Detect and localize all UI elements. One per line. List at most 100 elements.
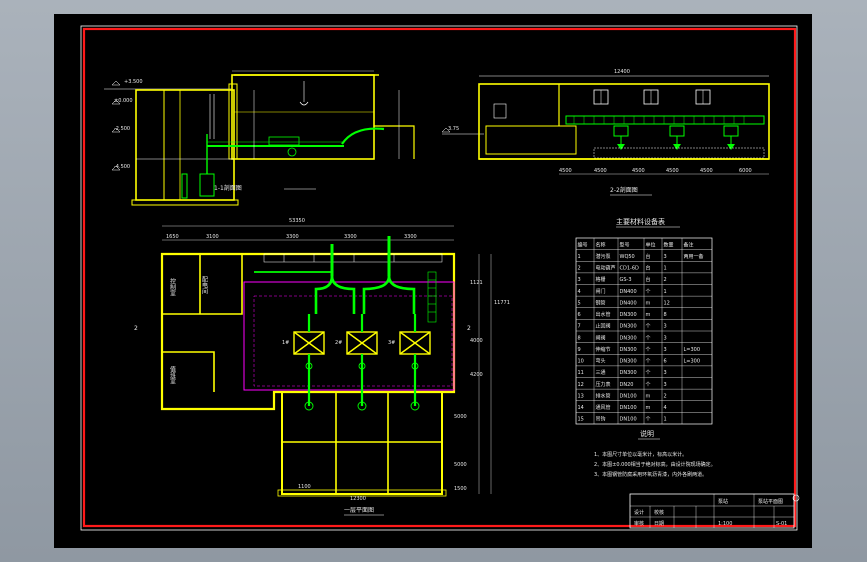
table-cell: 潜污泵 bbox=[596, 253, 611, 260]
level-label-2: ±0.000 bbox=[114, 98, 133, 104]
table-cell: 个 bbox=[646, 370, 651, 376]
table-cell: DN20 bbox=[620, 382, 634, 388]
room-elec: 配电间 bbox=[201, 276, 208, 295]
table-cell: 5 bbox=[578, 300, 581, 306]
section-2-2: 12400 4500 4500 4500 4500 4500 6000 2-2剖… bbox=[478, 69, 770, 196]
table-cell: 3 bbox=[664, 335, 667, 341]
table-cell: 个 bbox=[646, 359, 651, 365]
table-cell: 闸阀 bbox=[596, 334, 606, 341]
plan-dim-3: 3300 bbox=[286, 234, 299, 240]
pump-label-3: 3# bbox=[388, 340, 395, 346]
table-cell: 格栅 bbox=[596, 276, 606, 283]
table-cell: 1 bbox=[664, 266, 667, 272]
tb-label-design: 设计 bbox=[634, 509, 644, 516]
table-cell: L=300 bbox=[684, 359, 701, 365]
table-cell: 2 bbox=[664, 393, 667, 399]
table-cell: 6 bbox=[664, 359, 667, 365]
s2-dim-5: 4500 bbox=[700, 168, 713, 174]
note-line-1: 1、本图尺寸单位以毫米计，标高以米计。 bbox=[594, 451, 687, 458]
tb-label-date: 日期 bbox=[654, 521, 664, 527]
table-cell: 弯头 bbox=[596, 358, 606, 365]
table-cell: WQ50 bbox=[620, 254, 635, 260]
level-label-3: -2.500 bbox=[114, 126, 130, 132]
s2-dim-4: 4500 bbox=[666, 168, 679, 174]
table-cell: 4 bbox=[578, 289, 581, 295]
table-header-cell: 单位 bbox=[646, 241, 656, 248]
table-cell: 9 bbox=[578, 347, 581, 353]
drawing-sheet: +3.500 ±0.000 -2.500 -4.500 3.75 1-1剖面图 … bbox=[54, 14, 812, 548]
plan-total-dim: 53350 bbox=[289, 218, 305, 224]
table-cell: 个 bbox=[646, 417, 651, 423]
table-cell: DN300 bbox=[620, 312, 637, 318]
title-block: 设计 校核 审核 日期 泵站 泵站平面图 1:100 S-01 bbox=[629, 493, 800, 529]
table-cell: 个 bbox=[646, 335, 651, 341]
plan-h-dim-4: 4200 bbox=[470, 372, 483, 378]
plan-h-dim-3: 4000 bbox=[470, 338, 483, 344]
tb-drawing-name: 泵站 bbox=[718, 498, 728, 505]
table-cell: 个 bbox=[646, 289, 651, 295]
s2-dim-3: 4500 bbox=[632, 168, 645, 174]
cad-viewport[interactable]: +3.500 ±0.000 -2.500 -4.500 3.75 1-1剖面图 … bbox=[0, 0, 867, 562]
table-cell: 排水管 bbox=[596, 392, 611, 399]
notes-title: 说明 bbox=[640, 429, 654, 438]
plan-label: 一层平面图 bbox=[344, 507, 374, 514]
table-cell: 闸门 bbox=[596, 288, 606, 295]
table-cell: 13 bbox=[578, 393, 584, 399]
table-cell: GS-3 bbox=[620, 277, 632, 283]
bottom-dim-1: 1100 bbox=[298, 484, 311, 490]
section-marker-left: 2 bbox=[134, 325, 138, 332]
plan-h-dim-1: 11771 bbox=[494, 300, 510, 306]
table-cell: 吊钩 bbox=[596, 416, 606, 423]
table-cell: DN300 bbox=[620, 370, 637, 376]
cad-drawing: +3.500 ±0.000 -2.500 -4.500 3.75 1-1剖面图 … bbox=[80, 25, 800, 531]
plan-h-dim-5: 5000 bbox=[454, 414, 467, 420]
table-cell: 3 bbox=[664, 254, 667, 260]
table-header-cell: 数量 bbox=[664, 241, 674, 248]
table-cell: 3 bbox=[578, 277, 581, 283]
table-cell: DN400 bbox=[620, 289, 637, 295]
section-marker-right: 2 bbox=[467, 325, 471, 332]
table-cell: 台 bbox=[646, 265, 651, 272]
table-cell: 个 bbox=[646, 382, 651, 388]
table-cell: DN300 bbox=[620, 324, 637, 330]
table-cell: DN100 bbox=[620, 405, 637, 411]
table-cell: 三通 bbox=[596, 369, 606, 376]
table-cell: 4 bbox=[664, 405, 667, 411]
table-cell: 个 bbox=[646, 324, 651, 330]
level-label-4: -4.500 bbox=[114, 164, 130, 170]
table-cell: m bbox=[646, 300, 651, 306]
tb-number: S-01 bbox=[776, 521, 787, 527]
plan-dim-5: 3300 bbox=[404, 234, 417, 240]
red-frame bbox=[82, 27, 797, 528]
pump-label-1: 1# bbox=[282, 340, 289, 346]
table-cell: 台 bbox=[646, 253, 651, 260]
table-cell: 3 bbox=[664, 347, 667, 353]
room-control: 控制室 bbox=[169, 277, 176, 296]
table-cell: 止回阀 bbox=[596, 323, 611, 330]
table-cell: 1 bbox=[664, 417, 667, 423]
table-cell: 伸缩节 bbox=[596, 346, 611, 353]
table-cell: 1 bbox=[664, 289, 667, 295]
table-cell: 两用一备 bbox=[684, 253, 704, 260]
table-cell: 12 bbox=[664, 300, 670, 306]
plan-h-dim-7: 1500 bbox=[454, 486, 467, 492]
table-cell: 钢管 bbox=[596, 299, 606, 306]
table-cell: 15 bbox=[578, 417, 584, 423]
tb-scale: 1:100 bbox=[718, 521, 732, 527]
plan-dim-1: 1650 bbox=[166, 234, 179, 240]
tb-label-review: 审核 bbox=[634, 520, 644, 527]
s2-dim-1: 4500 bbox=[559, 168, 572, 174]
table-cell: 3 bbox=[664, 370, 667, 376]
table-cell: 3 bbox=[664, 324, 667, 330]
plan-dim-2: 3100 bbox=[206, 234, 219, 240]
outer-border bbox=[80, 25, 798, 531]
table-cell: m bbox=[646, 312, 651, 318]
table-header-cell: 备注 bbox=[684, 241, 694, 248]
table-cell: CD1-6D bbox=[620, 266, 640, 272]
tb-project: 泵站平面图 bbox=[758, 498, 783, 505]
table-cell: 1 bbox=[578, 254, 581, 260]
floor-plan: 53350 1650 3100 3300 3300 3300 控制室 配电间 值… bbox=[134, 218, 510, 516]
section-1-1: +3.500 ±0.000 -2.500 -4.500 3.75 1-1剖面图 bbox=[104, 70, 484, 206]
table-cell: DN100 bbox=[620, 393, 637, 399]
table-cell: 台 bbox=[646, 276, 651, 283]
